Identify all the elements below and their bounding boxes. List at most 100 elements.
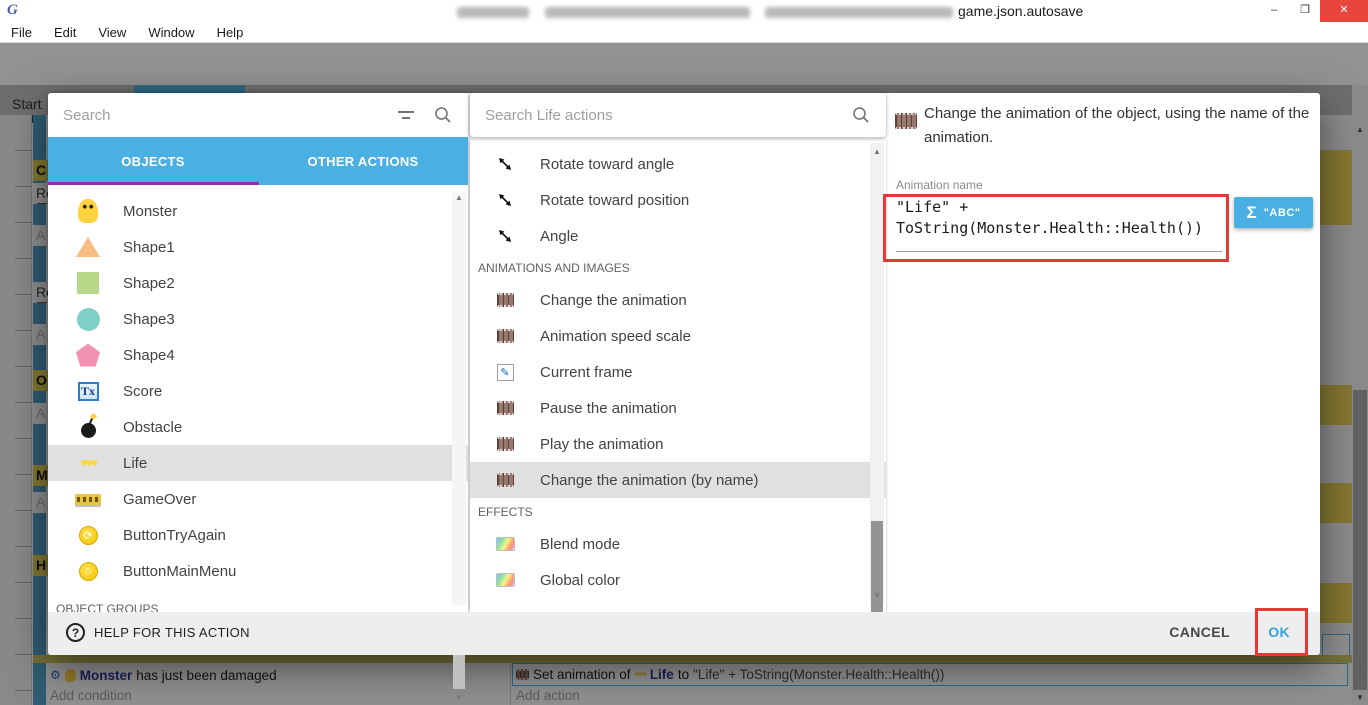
field-label: Animation name [896,178,983,192]
help-label: HELP FOR THIS ACTION [94,625,250,640]
film-icon [492,287,518,313]
banner-icon [75,486,101,512]
action-item[interactable]: Rotate toward angle [470,146,886,182]
title-bar: G game.json.autosave – ❐ ✕ [0,0,1368,22]
object-label: Monster [123,202,178,220]
rotate-arrow-icon [492,187,518,213]
search-icon[interactable] [852,106,870,124]
object-item-shape4[interactable]: Shape4 [48,337,468,373]
action-list: Rotate toward angle Rotate toward positio… [470,140,886,612]
action-label: Pause the animation [540,399,677,417]
action-label: Change the animation (by name) [540,471,759,489]
dialog-footer: ? HELP FOR THIS ACTION CANCEL OK [48,612,1320,655]
maximize-button[interactable]: ❐ [1290,0,1320,22]
action-description: Change the animation of the object, usin… [924,105,1310,146]
circle-icon [75,306,101,332]
help-icon: ? [66,623,85,642]
tab-other-actions[interactable]: OTHER ACTIONS [258,137,468,185]
actions-scrollbar[interactable]: ▲ ▼ [870,143,884,619]
film-icon [492,395,518,421]
actions-search-row [470,93,886,137]
action-item[interactable]: Change the animation [470,282,886,318]
action-item[interactable]: Pause the animation [470,390,886,426]
minimize-button[interactable]: – [1258,0,1290,22]
menu-window[interactable]: Window [137,25,205,40]
action-item[interactable]: Play the animation [470,426,886,462]
action-item[interactable]: Animation speed scale [470,318,886,354]
film-icon [492,467,518,493]
object-item-shape3[interactable]: Shape3 [48,301,468,337]
actions-search-input[interactable] [485,106,852,124]
help-for-this-action[interactable]: ? HELP FOR THIS ACTION [66,623,250,642]
objects-search-row [48,93,468,137]
text-icon: Tx [75,378,101,404]
expression-editor-button[interactable]: Σ "ABC" [1234,197,1313,228]
cancel-button[interactable]: CANCEL [1169,624,1230,640]
object-label: GameOver [123,490,197,508]
object-label: Life [123,454,148,472]
triangle-icon [75,234,101,260]
object-item-life[interactable]: ♥♥♥ Life [48,445,468,481]
object-item-obstacle[interactable]: Obstacle [48,409,468,445]
monster-icon [75,198,101,224]
menu-view[interactable]: View [87,25,137,40]
annotation-expression-field [883,194,1229,262]
action-item[interactable]: Angle [470,218,886,254]
close-button[interactable]: ✕ [1320,0,1368,22]
action-label: Play the animation [540,435,664,453]
scroll-down-icon[interactable]: ▼ [870,591,884,600]
object-label: Shape2 [123,274,175,292]
action-label: Rotate toward angle [540,155,675,173]
section-header: ANIMATIONS AND IMAGES [478,261,630,275]
frame-icon: ✎ [492,359,518,385]
pentagon-icon [75,342,101,368]
object-item-shape1[interactable]: Shape1 [48,229,468,265]
object-item-monster[interactable]: Monster [48,193,468,229]
action-editor-dialog: OBJECTS OTHER ACTIONS Monster Shape1 Shape… [48,93,1320,702]
rainbow-icon [492,531,518,557]
gdevelop-logo-icon: G [7,2,18,18]
button-home-icon: ⌂ [75,558,101,584]
object-item-buttontryagain[interactable]: ⟳ ButtonTryAgain [48,517,468,553]
scrollbar-thumb[interactable] [871,521,883,619]
menu-file[interactable]: File [0,25,43,40]
filter-icon[interactable] [398,109,416,121]
object-label: Score [123,382,163,400]
object-item-score[interactable]: Tx Score [48,373,468,409]
redacted-title-segment [457,7,529,18]
scroll-down-icon[interactable]: ▼ [452,693,466,702]
search-icon[interactable] [434,106,452,124]
action-label: Blend mode [540,535,621,553]
scroll-up-icon[interactable]: ▲ [452,193,466,202]
objects-search-input[interactable] [63,106,398,124]
objects-scrollbar[interactable]: ▲ ▼ [452,193,466,702]
window-title: game.json.autosave [958,3,1084,19]
rotate-arrow-icon [492,151,518,177]
menu-help[interactable]: Help [206,25,255,40]
redacted-title-segment [765,7,953,18]
action-label: Angle [540,227,579,245]
action-label: Global color [540,571,621,589]
action-detail-panel: Change the animation of the object, usin… [886,93,1320,612]
object-item-shape2[interactable]: Shape2 [48,265,468,301]
object-item-gameover[interactable]: GameOver [48,481,468,517]
action-item[interactable]: ✎ Current frame [470,354,886,390]
action-label: Rotate toward position [540,191,690,209]
object-label: Shape1 [123,238,175,256]
scroll-up-icon[interactable]: ▲ [870,147,884,156]
object-label: Shape4 [123,346,175,364]
rotate-arrow-icon [492,223,518,249]
object-label: Obstacle [123,418,183,436]
action-label: Current frame [540,363,633,381]
menu-edit[interactable]: Edit [43,25,87,40]
tab-objects[interactable]: OBJECTS [48,137,258,185]
object-label: Shape3 [123,310,175,328]
action-item[interactable]: Blend mode [470,526,886,562]
object-label: ButtonMainMenu [123,562,237,580]
object-groups-header: OBJECT GROUPS [56,602,159,612]
action-item[interactable]: Rotate toward position [470,182,886,218]
action-item[interactable]: Change the animation (by name) [470,462,886,498]
film-strip-icon [895,113,917,129]
action-item[interactable]: Global color [470,562,886,598]
object-item-buttonmainmenu[interactable]: ⌂ ButtonMainMenu [48,553,468,589]
